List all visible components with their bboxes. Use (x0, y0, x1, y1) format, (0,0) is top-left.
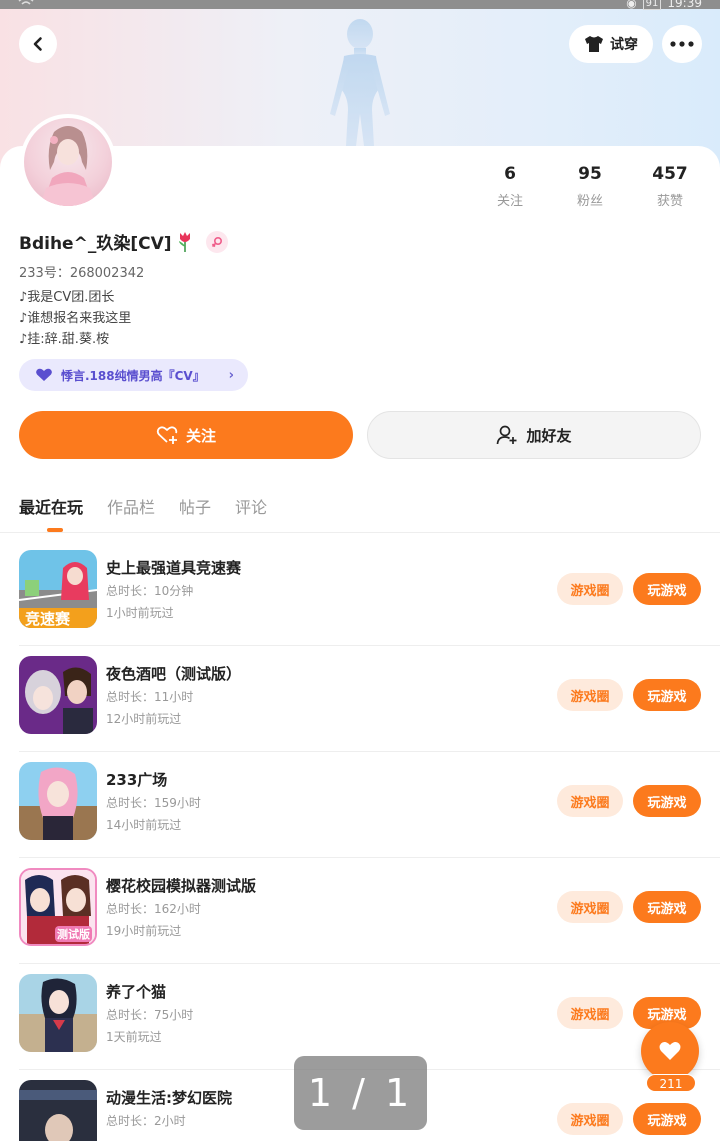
clock: 19:39 (667, 0, 702, 10)
chevron-right-icon: › (228, 367, 234, 383)
game-title: 樱花校园模拟器测试版 (106, 877, 257, 895)
stat-following[interactable]: 6 关注 (470, 164, 550, 209)
tab-recent-games[interactable]: 最近在玩 (19, 494, 83, 518)
page-indicator: 1 / 1 (294, 1056, 427, 1130)
tab-posts[interactable]: 帖子 (179, 494, 211, 518)
tulip-icon (178, 231, 190, 252)
game-last-played: 14小时前玩过 (106, 818, 182, 832)
group-tag-pill[interactable]: 悸言.188纯情男高『CV』 › (19, 359, 248, 391)
play-game-button[interactable]: 玩游戏 (633, 891, 701, 923)
game-icon (19, 762, 97, 840)
heart-icon (659, 1042, 681, 1060)
game-title: 233广场 (106, 771, 168, 789)
game-circle-button[interactable]: 游戏圈 (557, 891, 623, 923)
try-on-label: 试穿 (610, 37, 638, 53)
eye-icon: ◉ (626, 0, 637, 10)
game-duration: 总时长：75小时 (106, 1008, 194, 1022)
user-nickname-row: Bdihe^_玖染[CV] (19, 229, 228, 254)
game-duration: 总时长：2小时 (106, 1114, 186, 1128)
play-game-button[interactable]: 玩游戏 (633, 1103, 701, 1135)
game-last-played: 1天前玩过 (106, 1030, 162, 1044)
game-icon (19, 656, 97, 734)
more-dots-icon (670, 41, 694, 47)
stat-value: 6 (504, 164, 516, 184)
bio-line: ♪谁想报名来我这里 (19, 311, 132, 326)
stat-label: 粉丝 (576, 194, 603, 209)
stat-followers[interactable]: 95 粉丝 (550, 164, 630, 209)
status-bar: ◉ 91 19:39 (0, 0, 720, 10)
game-title: 夜色酒吧（测试版） (106, 665, 242, 683)
back-button[interactable] (19, 25, 57, 63)
game-duration: 总时长：10分钟 (106, 584, 194, 598)
add-user-icon (497, 425, 517, 445)
game-list-item[interactable]: 233广场 总时长：159小时 14小时前玩过 游戏圈 玩游戏 (0, 752, 720, 858)
game-icon: 竞速赛 (19, 550, 97, 628)
add-friend-label: 加好友 (526, 426, 572, 445)
more-options-button[interactable] (662, 25, 702, 63)
game-circle-button[interactable]: 游戏圈 (557, 785, 623, 817)
game-list-item[interactable]: 夜色酒吧（测试版） 总时长：11小时 12小时前玩过 游戏圈 玩游戏 (0, 646, 720, 752)
stat-value: 95 (578, 164, 602, 184)
user-id: 233号：268002342 (19, 266, 145, 281)
battery-indicator: 91 (642, 0, 662, 10)
heart-plus-icon (156, 426, 178, 444)
tab-comments[interactable]: 评论 (235, 494, 267, 518)
play-game-button[interactable]: 玩游戏 (633, 785, 701, 817)
avatar[interactable] (20, 114, 116, 210)
like-count-badge: 211 (646, 1074, 696, 1092)
game-title: 动漫生活:梦幻医院 (106, 1089, 232, 1107)
stat-value: 457 (652, 164, 688, 184)
game-duration: 总时长：162小时 (106, 902, 201, 916)
game-title: 养了个猫 (106, 983, 167, 1001)
game-duration: 总时长：159小时 (106, 796, 201, 810)
game-circle-button[interactable]: 游戏圈 (557, 997, 623, 1029)
stat-label: 获赞 (656, 194, 683, 209)
try-on-button[interactable]: 试穿 (569, 25, 653, 63)
follow-button[interactable]: 关注 (19, 411, 353, 459)
stat-likes[interactable]: 457 获赞 (630, 164, 710, 209)
profile-tabs: 最近在玩 作品栏 帖子 评论 (19, 494, 267, 518)
game-last-played: 1小时前玩过 (106, 606, 174, 620)
game-last-played: 12小时前玩过 (106, 712, 182, 726)
follow-label: 关注 (185, 426, 216, 445)
bio-line: ♪我是CV团.团长 (19, 290, 115, 305)
tabs-divider (0, 532, 720, 533)
game-icon-text: 测试版 (55, 926, 92, 942)
like-button[interactable] (641, 1022, 699, 1080)
play-game-button[interactable]: 玩游戏 (633, 573, 701, 605)
game-duration: 总时长：11小时 (106, 690, 194, 704)
game-icon-text: 竞速赛 (25, 610, 71, 628)
game-list-item[interactable]: 测试版 樱花校园模拟器测试版 总时长：162小时 19小时前玩过 游戏圈 玩游戏 (0, 858, 720, 964)
game-circle-button[interactable]: 游戏圈 (557, 573, 623, 605)
game-circle-button[interactable]: 游戏圈 (557, 1103, 623, 1135)
group-tag-label: 悸言.188纯情男高『CV』 (61, 368, 205, 383)
game-last-played: 19小时前玩过 (106, 924, 182, 938)
heart-icon (36, 368, 52, 381)
stat-label: 关注 (496, 194, 523, 209)
bio-line: ♪挂:辞.甜.葵.桉 (19, 332, 110, 347)
avatar-character-illustration (40, 126, 96, 206)
avatar-image (24, 118, 112, 206)
game-circle-button[interactable]: 游戏圈 (557, 679, 623, 711)
game-icon (19, 974, 97, 1052)
game-icon: 测试版 (19, 868, 97, 946)
add-friend-button[interactable]: 加好友 (367, 411, 701, 459)
game-icon (19, 1080, 97, 1141)
game-title: 史上最强道具竞速赛 (106, 559, 242, 577)
female-gender-icon (205, 230, 228, 253)
user-nickname: Bdihe^_玖染[CV] (19, 234, 172, 254)
tab-works[interactable]: 作品栏 (107, 494, 155, 518)
game-list-item[interactable]: 养了个猫 总时长：75小时 1天前玩过 游戏圈 玩游戏 (0, 964, 720, 1070)
wifi-icon (18, 0, 34, 5)
profile-stats: 6 关注 95 粉丝 457 获赞 (470, 164, 710, 209)
chevron-left-icon (33, 37, 42, 51)
user-bio: ♪我是CV团.团长 ♪谁想报名来我这里 ♪挂:辞.甜.葵.桉 (19, 287, 131, 350)
tshirt-icon (585, 36, 603, 52)
play-game-button[interactable]: 玩游戏 (633, 679, 701, 711)
game-list-item[interactable]: 竞速赛 史上最强道具竞速赛 总时长：10分钟 1小时前玩过 游戏圈 玩游戏 (0, 540, 720, 646)
avatar-hologram-figure (330, 19, 390, 146)
